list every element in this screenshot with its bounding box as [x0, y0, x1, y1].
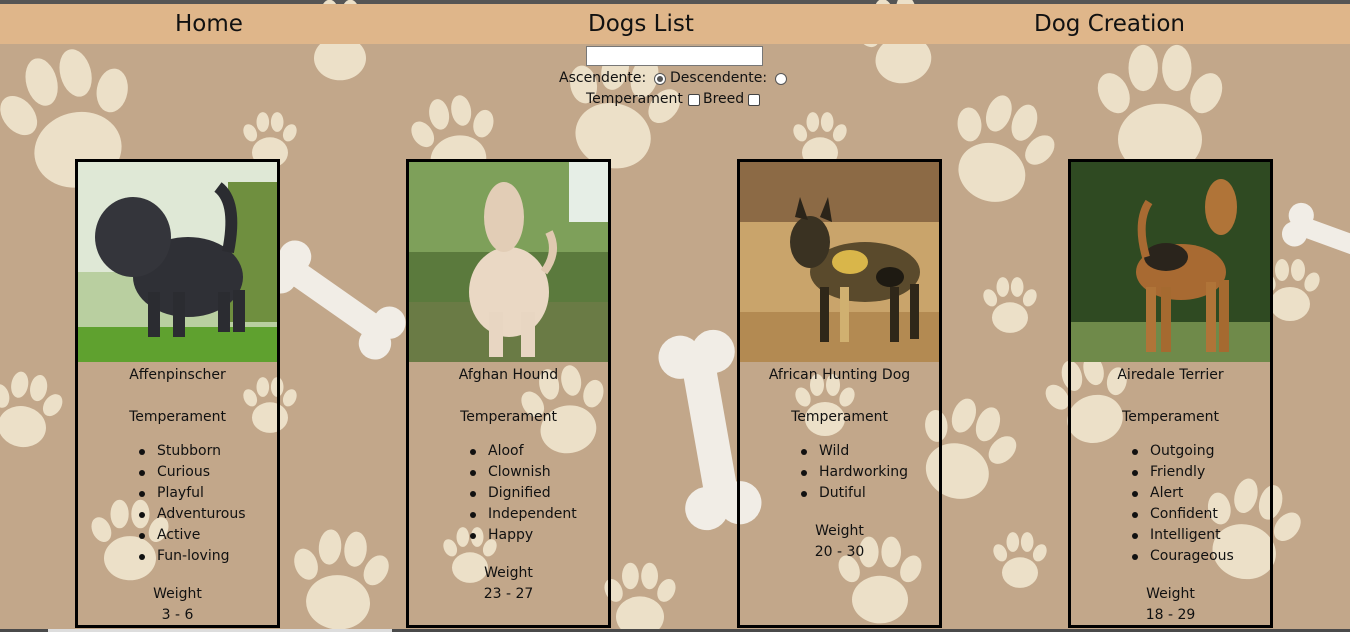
- temperament-item: Dignified: [465, 483, 608, 504]
- dog-name: Afghan Hound: [458, 367, 559, 383]
- dog-photo-affenpinscher: [78, 162, 277, 362]
- weight-title: Weight: [815, 523, 864, 539]
- top-navbar: Home Dogs List Dog Creation: [0, 4, 1350, 44]
- temperament-title: Temperament: [791, 409, 888, 425]
- descending-label: Descendente:: [670, 70, 768, 86]
- dog-name: African Hunting Dog: [768, 367, 911, 383]
- temperament-item: Curious: [134, 462, 277, 483]
- temperament-item: Fun-loving: [134, 546, 277, 567]
- weight-value: 18 - 29: [1145, 607, 1196, 623]
- temperament-item: Intelligent: [1127, 525, 1270, 546]
- ascending-label: Ascendente:: [559, 70, 647, 86]
- nav-home-link[interactable]: Home: [175, 11, 243, 37]
- dog-card[interactable]: Airedale Terrier Temperament Outgoing Fr…: [1068, 159, 1273, 628]
- dog-photo-african-hunting-dog: [740, 162, 939, 362]
- temperament-item: Friendly: [1127, 462, 1270, 483]
- temperament-list: Outgoing Friendly Alert Confident Intell…: [1071, 441, 1270, 567]
- weight-value: 20 - 30: [814, 544, 865, 560]
- temperament-list: Stubborn Curious Playful Adventurous Act…: [78, 441, 277, 567]
- temperament-item: Happy: [465, 525, 608, 546]
- temperament-item: Courageous: [1127, 546, 1270, 567]
- temperament-item: Confident: [1127, 504, 1270, 525]
- temperament-item: Clownish: [465, 462, 608, 483]
- dog-name: Affenpinscher: [129, 367, 226, 383]
- temperament-item: Hardworking: [796, 462, 939, 483]
- filter-controls: Ascendente: Descendente: Temperament Bre…: [0, 46, 1350, 110]
- temperament-item: Wild: [796, 441, 939, 462]
- temperament-title: Temperament: [129, 409, 226, 425]
- temperament-item: Adventurous: [134, 504, 277, 525]
- temperament-filter-label: Temperament: [586, 91, 683, 107]
- weight-title: Weight: [153, 586, 202, 602]
- ascending-radio[interactable]: [654, 73, 666, 85]
- dog-photo-afghan-hound: [409, 162, 608, 362]
- temperament-item: Active: [134, 525, 277, 546]
- breed-checkbox[interactable]: [748, 94, 760, 106]
- temperament-item: Stubborn: [134, 441, 277, 462]
- temperament-checkbox[interactable]: [688, 94, 700, 106]
- descending-radio[interactable]: [775, 73, 787, 85]
- dog-name: Airedale Terrier: [1117, 367, 1224, 383]
- temperament-title: Temperament: [1122, 409, 1219, 425]
- dog-card[interactable]: Afghan Hound Temperament Aloof Clownish …: [406, 159, 611, 628]
- temperament-item: Playful: [134, 483, 277, 504]
- temperament-list: Aloof Clownish Dignified Independent Hap…: [409, 441, 608, 546]
- breed-filter-label: Breed: [703, 91, 745, 107]
- search-input[interactable]: [586, 46, 763, 66]
- filter-row: Temperament Breed: [0, 89, 1350, 110]
- weight-title: Weight: [484, 565, 533, 581]
- dog-photo-airedale-terrier: [1071, 162, 1270, 362]
- dog-card[interactable]: African Hunting Dog Temperament Wild Har…: [737, 159, 942, 628]
- temperament-title: Temperament: [460, 409, 557, 425]
- temperament-item: Alert: [1127, 483, 1270, 504]
- temperament-list: Wild Hardworking Dutiful: [740, 441, 939, 504]
- nav-dogs-list-link[interactable]: Dogs List: [588, 11, 694, 37]
- weight-value: 23 - 27: [483, 586, 534, 602]
- weight-value: 3 - 6: [161, 607, 194, 623]
- temperament-item: Independent: [465, 504, 608, 525]
- temperament-item: Outgoing: [1127, 441, 1270, 462]
- temperament-item: Dutiful: [796, 483, 939, 504]
- sort-row: Ascendente: Descendente:: [0, 68, 1350, 89]
- temperament-item: Aloof: [465, 441, 608, 462]
- nav-dog-creation-link[interactable]: Dog Creation: [1034, 11, 1185, 37]
- weight-title: Weight: [1146, 586, 1195, 602]
- dog-card[interactable]: Affenpinscher Temperament Stubborn Curio…: [75, 159, 280, 628]
